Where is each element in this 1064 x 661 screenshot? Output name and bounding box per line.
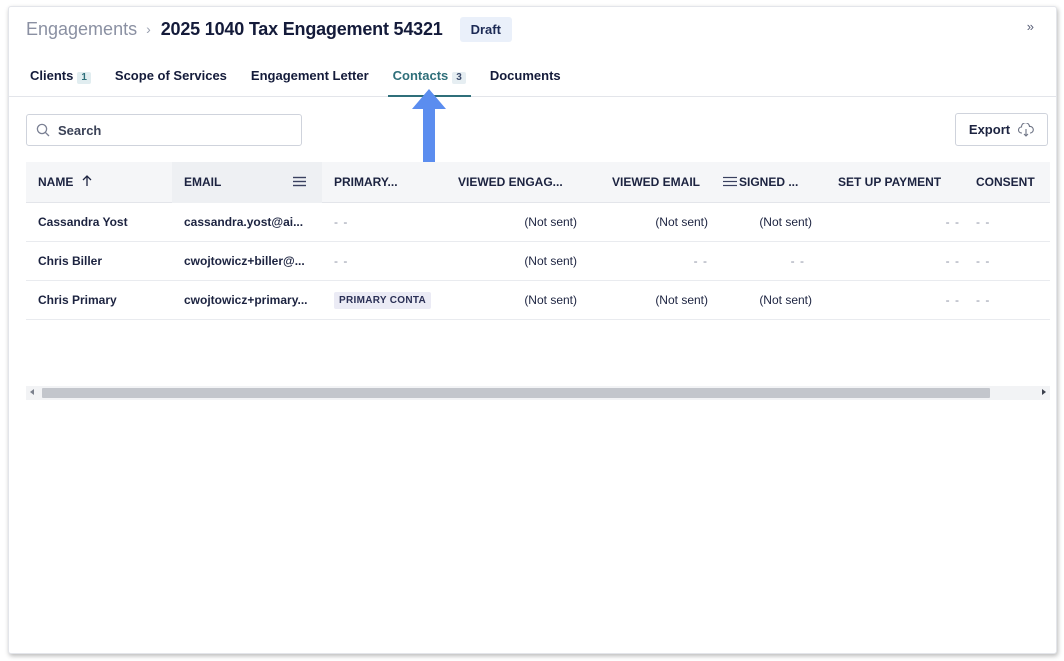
table-row[interactable]: Chris Biller cwojtowicz+biller@... - - (… — [26, 242, 1050, 281]
viewed-engagement-value: (Not sent) — [524, 215, 577, 229]
tab-clients[interactable]: Clients 1 — [30, 65, 91, 96]
contact-email: cwojtowicz+biller@... — [184, 254, 305, 268]
tab-label: Documents — [489, 68, 561, 83]
contact-name[interactable]: Chris Primary — [38, 293, 117, 307]
tab-label: Scope of Services — [114, 68, 227, 83]
filter-menu-icon[interactable] — [723, 176, 737, 187]
table-header: NAME EMAIL PRIMARY... VIEWED ENGAG... VI… — [26, 162, 1050, 203]
consent-value: - - — [976, 293, 991, 307]
search-input[interactable] — [58, 122, 278, 138]
primary-contact-badge: PRIMARY CONTA — [334, 292, 432, 309]
contact-name[interactable]: Cassandra Yost — [38, 215, 128, 229]
primary-value: - - — [334, 215, 349, 229]
tab-label: Clients — [30, 68, 74, 83]
column-header-name[interactable]: NAME — [38, 175, 93, 189]
tab-label: Contacts — [392, 68, 449, 83]
signed-value: - - — [790, 254, 805, 268]
status-badge: Draft — [459, 16, 512, 42]
scroll-right-icon[interactable] — [1042, 389, 1046, 395]
breadcrumb-separator-icon: › — [146, 21, 151, 37]
contact-email: cassandra.yost@ai... — [184, 215, 304, 229]
viewed-email-value: (Not sent) — [655, 293, 708, 307]
column-header-primary[interactable]: PRIMARY... — [334, 175, 398, 189]
table-row[interactable]: Cassandra Yost cassandra.yost@ai... - - … — [26, 203, 1050, 242]
contacts-table: NAME EMAIL PRIMARY... VIEWED ENGAG... VI… — [26, 162, 1050, 320]
engagement-panel: Engagements › 2025 1040 Tax Engagement 5… — [8, 6, 1057, 654]
viewed-engagement-value: (Not sent) — [524, 293, 577, 307]
viewed-email-value: - - — [693, 254, 708, 268]
tab-engagement-letter[interactable]: Engagement Letter — [251, 65, 369, 96]
tab-documents[interactable]: Documents — [490, 65, 561, 96]
column-header-viewed-email[interactable]: VIEWED EMAIL — [612, 175, 700, 189]
set-up-payment-value: - - — [945, 215, 960, 229]
scrollbar-thumb[interactable] — [42, 388, 990, 398]
contact-name[interactable]: Chris Biller — [38, 254, 102, 268]
collapse-panel-icon[interactable]: » — [1027, 19, 1034, 34]
tab-count-badge: 3 — [452, 72, 466, 84]
column-header-viewed-engagement[interactable]: VIEWED ENGAG... — [458, 175, 563, 189]
column-header-email[interactable]: EMAIL — [184, 175, 221, 189]
signed-value: (Not sent) — [759, 215, 812, 229]
column-header-signed[interactable]: SIGNED ... — [739, 175, 798, 189]
signed-value: (Not sent) — [759, 293, 812, 307]
search-box[interactable] — [26, 114, 302, 146]
contact-email: cwojtowicz+primary... — [184, 293, 308, 307]
column-header-set-up-payment[interactable]: SET UP PAYMENT — [838, 175, 941, 189]
set-up-payment-value: - - — [945, 293, 960, 307]
export-button[interactable]: Export — [955, 113, 1048, 146]
breadcrumb-engagements-link[interactable]: Engagements — [26, 19, 137, 40]
tab-count-badge: 1 — [77, 72, 91, 84]
page-title: 2025 1040 Tax Engagement 54321 — [160, 18, 443, 39]
sort-ascending-icon — [82, 175, 92, 186]
set-up-payment-value: - - — [945, 254, 960, 268]
viewed-email-value: (Not sent) — [655, 215, 708, 229]
viewed-engagement-value: (Not sent) — [524, 254, 577, 268]
search-icon — [36, 123, 50, 137]
column-header-consent[interactable]: CONSENT — [976, 175, 1035, 189]
column-menu-icon[interactable] — [293, 176, 306, 187]
tab-label: Engagement Letter — [250, 68, 369, 83]
annotation-arrow-icon — [412, 89, 446, 164]
tab-scope-of-services[interactable]: Scope of Services — [115, 65, 227, 96]
consent-value: - - — [976, 215, 991, 229]
cloud-download-icon — [1018, 122, 1034, 137]
page-header: Engagements › 2025 1040 Tax Engagement 5… — [9, 7, 1056, 51]
export-label: Export — [968, 122, 1011, 137]
scroll-left-icon[interactable] — [30, 389, 34, 395]
table-row[interactable]: Chris Primary cwojtowicz+primary... PRIM… — [26, 281, 1050, 320]
consent-value: - - — [976, 254, 991, 268]
tab-bar: Clients 1 Scope of Services Engagement L… — [9, 65, 1056, 97]
primary-value: - - — [334, 254, 349, 268]
horizontal-scrollbar[interactable] — [26, 386, 1050, 400]
